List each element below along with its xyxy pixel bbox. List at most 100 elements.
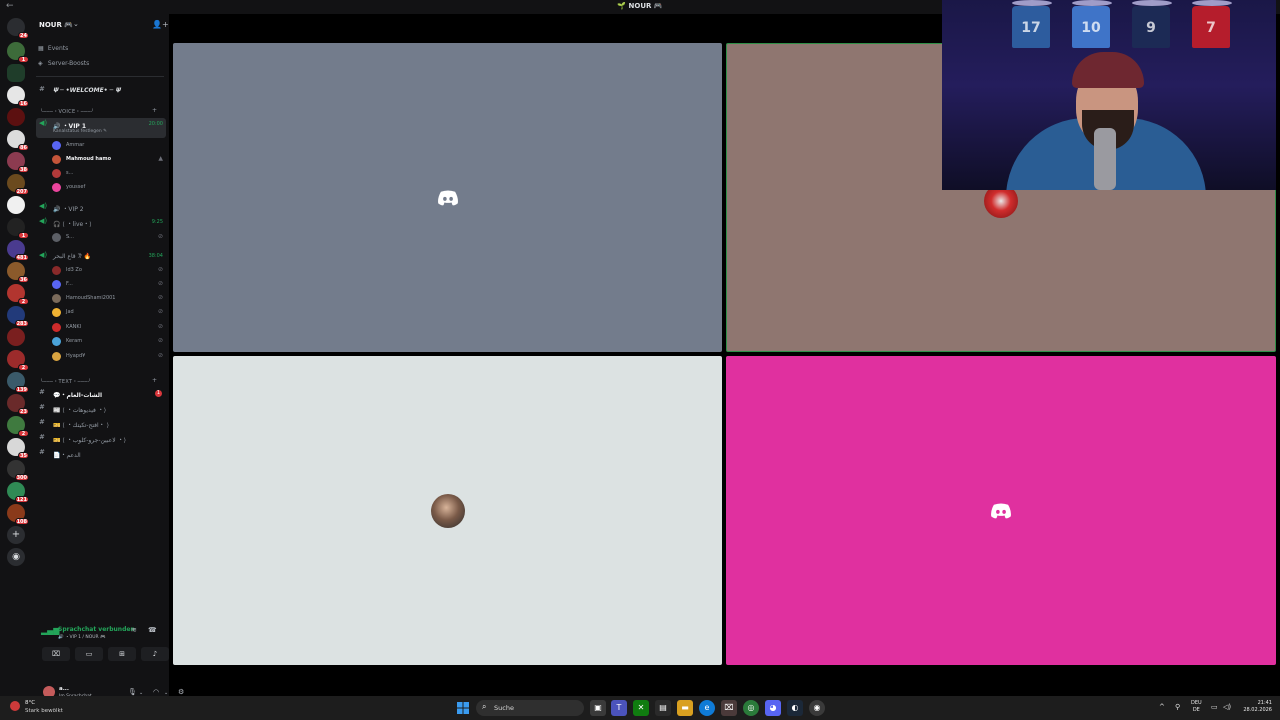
- direct-messages-icon[interactable]: 24: [7, 18, 29, 39]
- add-server-icon[interactable]: +: [7, 526, 25, 544]
- voice-user[interactable]: Ammar: [52, 139, 164, 152]
- camera-off-icon: ⌧: [51, 650, 61, 658]
- server-icon[interactable]: 2: [7, 350, 29, 371]
- voice-user[interactable]: Mahmoud hamo ▲: [52, 153, 164, 166]
- weather-temperature[interactable]: 8°C: [25, 700, 35, 706]
- language-indicator[interactable]: DEU DE: [1191, 700, 1202, 714]
- headphones-icon[interactable]: ◠: [153, 688, 159, 696]
- voice-user[interactable]: youssef: [52, 181, 164, 194]
- voice-channel-path[interactable]: 🔊 ・VIP 1 / NOUR 🎮: [58, 634, 106, 640]
- discord-taskbar-icon[interactable]: ◕: [765, 700, 781, 716]
- weather-condition[interactable]: Stark bewölkt: [25, 708, 63, 714]
- participant-tile[interactable]: [173, 43, 722, 352]
- channel-vip-2[interactable]: ◀) 🔊 ・VIP 2: [36, 201, 166, 214]
- server-icon[interactable]: 300: [7, 460, 29, 481]
- framed-jersey: 7: [1192, 6, 1230, 48]
- server-icon[interactable]: 23: [7, 394, 29, 415]
- voice-user[interactable]: s...: [52, 167, 164, 180]
- invite-people-icon[interactable]: 👤+: [152, 20, 169, 29]
- chevron-down-icon[interactable]: ⌄: [73, 20, 79, 28]
- windows-start-icon[interactable]: [457, 702, 469, 714]
- usb-icon[interactable]: ⚲: [1175, 703, 1180, 711]
- server-icon[interactable]: [7, 196, 25, 214]
- server-icon[interactable]: 16: [7, 86, 29, 107]
- disconnect-icon[interactable]: ☎: [148, 626, 157, 634]
- capture-icon[interactable]: ⌧: [721, 700, 737, 716]
- voice-user[interactable]: S... ⊘: [52, 231, 164, 244]
- xbox-icon[interactable]: ✕: [633, 700, 649, 716]
- voice-user[interactable]: HamoudShami2001 ⊘: [52, 292, 164, 305]
- server-icon[interactable]: 2: [7, 284, 29, 305]
- network-icon[interactable]: ▭: [1211, 703, 1218, 711]
- channel-welcome[interactable]: # 𝚿 ─ •WELCOME• ─ 𝚿: [36, 84, 166, 97]
- microphone-icon[interactable]: 🎙: [128, 688, 137, 696]
- channel-open-ticket[interactable]: # 🎫 ⟨ ・افتح-تكيتك・ ⟩: [36, 417, 166, 430]
- server-name[interactable]: NOUR 🎮: [39, 21, 73, 29]
- channel-club-players[interactable]: # 🎫 ⟨ ・لاعبين-جرو-كلوب ・⟩: [36, 432, 166, 445]
- voice-user[interactable]: F... ⊘: [52, 278, 164, 291]
- user-name[interactable]: a...: [59, 686, 69, 692]
- store-icon[interactable]: ▤: [655, 700, 671, 716]
- screen-share-button[interactable]: ▭: [75, 647, 103, 661]
- voice-user[interactable]: KANKI ⊘: [52, 321, 164, 334]
- taskbar-search[interactable]: ⌕ Suche: [476, 700, 584, 716]
- server-icon[interactable]: 1: [7, 42, 29, 63]
- server-icon[interactable]: 1: [7, 218, 29, 239]
- voice-user[interactable]: Id3 Zo ⊘: [52, 264, 164, 277]
- soundboard-button[interactable]: ♪: [141, 647, 169, 661]
- noise-suppression-icon[interactable]: ≋: [131, 626, 137, 634]
- camera-button[interactable]: ⌧: [42, 647, 70, 661]
- server-icon-nour[interactable]: [7, 64, 25, 82]
- server-icon[interactable]: 121: [7, 482, 29, 503]
- activities-button[interactable]: ⊞: [108, 647, 136, 661]
- voice-user[interactable]: Keram ⊘: [52, 335, 164, 348]
- server-icon[interactable]: 35: [7, 438, 29, 459]
- framed-jersey: 9: [1132, 6, 1170, 48]
- channel-status[interactable]: Kanalstatus festlegen ✎: [53, 129, 107, 134]
- voice-category[interactable]: ╰───・VOICE・───╯: [40, 108, 94, 115]
- channel-live[interactable]: ◀) 🎧 ⟨ ・live・⟩ 9:25: [36, 216, 166, 229]
- signal-icon[interactable]: ▂▄▆: [41, 626, 59, 635]
- voice-user[interactable]: Jad ⊘: [52, 306, 164, 319]
- voice-connected-label[interactable]: Sprachchat verbunden: [58, 626, 135, 633]
- steam-icon[interactable]: ◐: [787, 700, 803, 716]
- server-icon[interactable]: 108: [7, 504, 29, 525]
- discover-icon[interactable]: ◉: [7, 548, 25, 566]
- channel-ghost[interactable]: ◀) 𐦂 قاع البحر 🔥 38:04: [36, 250, 166, 263]
- teams-icon[interactable]: T: [611, 700, 627, 716]
- channel-support[interactable]: # 📄・الدعم: [36, 447, 166, 460]
- participant-tile[interactable]: [726, 356, 1276, 665]
- chrome-icon[interactable]: ◎: [743, 700, 759, 716]
- channel-general-chat[interactable]: # 💬・الشات-العام 1: [36, 387, 166, 400]
- server-icon[interactable]: 38: [7, 152, 29, 173]
- channel-videos[interactable]: # 📰 ⟨ ・فيديوهات ・⟩: [36, 402, 166, 415]
- server-icon[interactable]: [7, 328, 25, 346]
- server-icon[interactable]: 283: [7, 306, 29, 327]
- server-icon[interactable]: 36: [7, 262, 29, 283]
- text-category[interactable]: ╰───・TEXT・───╯: [40, 378, 91, 385]
- volume-icon[interactable]: ◁): [1223, 703, 1231, 711]
- settings-gear-icon[interactable]: ⚙: [178, 688, 184, 696]
- participant-tile[interactable]: [173, 356, 722, 665]
- server-boosts-link[interactable]: ◈ Server-Boosts: [38, 60, 89, 67]
- add-channel-icon[interactable]: +: [152, 377, 157, 384]
- server-icon[interactable]: 2: [7, 416, 29, 437]
- events-link[interactable]: ▦ Events: [38, 45, 68, 52]
- channel-vip-1[interactable]: ◀) 🔊 ・VIP 1 Kanalstatus festlegen ✎ 20:0…: [36, 118, 166, 138]
- server-icon[interactable]: 139: [7, 372, 29, 393]
- webcam-overlay: 17 10 9 7: [942, 0, 1276, 190]
- voice-user[interactable]: Hyapd¥ ⊘: [52, 350, 164, 363]
- edge-icon[interactable]: e: [699, 700, 715, 716]
- file-explorer-icon[interactable]: ▬: [677, 700, 693, 716]
- tray-chevron-icon[interactable]: ^: [1159, 703, 1165, 711]
- server-icon[interactable]: 86: [7, 130, 29, 151]
- obs-icon[interactable]: ◉: [809, 700, 825, 716]
- task-view-icon[interactable]: ▣: [590, 700, 606, 716]
- events-label: Events: [47, 45, 69, 52]
- server-icon[interactable]: 207: [7, 174, 29, 195]
- server-icon[interactable]: [7, 108, 25, 126]
- server-icon[interactable]: 481: [7, 240, 29, 261]
- add-channel-icon[interactable]: +: [152, 107, 157, 114]
- weather-icon[interactable]: [10, 701, 20, 711]
- clock[interactable]: 21:41 28.02.2026: [1236, 700, 1272, 714]
